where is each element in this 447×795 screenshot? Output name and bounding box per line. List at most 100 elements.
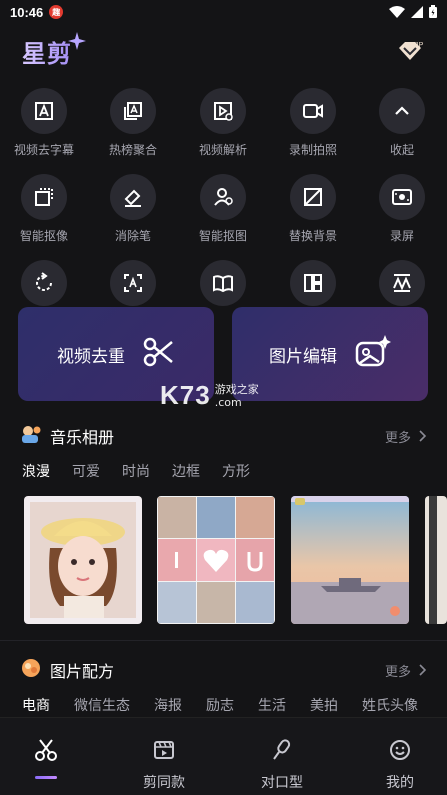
- tool-collapse[interactable]: 收起: [358, 88, 446, 158]
- album-thumbnail[interactable]: [157, 496, 275, 624]
- more-link[interactable]: 更多: [385, 427, 427, 446]
- nav-label: 剪同款: [143, 775, 185, 791]
- chevron-up-icon: [379, 88, 425, 134]
- album-thumbnail[interactable]: [291, 496, 409, 624]
- section-title: 图片配方: [50, 662, 115, 681]
- tool-video-remove-subtitle[interactable]: 视频去字幕: [0, 88, 88, 158]
- image-recipe-header: 图片配方 更多: [20, 658, 427, 682]
- tab-poster[interactable]: 海报: [154, 695, 182, 715]
- card-title: 图片编辑: [269, 346, 337, 367]
- tool-label: 智能抠像: [19, 229, 68, 243]
- tab-fashion[interactable]: 时尚: [122, 461, 150, 481]
- album-thumbnail[interactable]: [24, 496, 142, 624]
- card-title: 视频去重: [57, 346, 125, 367]
- signal-icon: [411, 3, 423, 22]
- tool-replace-bg[interactable]: 替换背景: [269, 174, 357, 244]
- smiley-icon: [388, 738, 412, 766]
- tab-square[interactable]: 方形: [222, 461, 250, 481]
- sparkle-icon: [68, 32, 86, 54]
- watermark-domain: .com: [214, 395, 242, 409]
- music-album-icon: [20, 423, 42, 449]
- nav-edit[interactable]: [0, 718, 102, 795]
- tool-label: 录制拍照: [288, 143, 337, 157]
- subtitle-remove-icon: [21, 88, 67, 134]
- tab-frame[interactable]: 边框: [172, 461, 200, 481]
- app-header: 星剪 VIP: [0, 30, 447, 74]
- replace-bg-icon: [290, 174, 336, 220]
- trending-icon: [110, 88, 156, 134]
- battery-icon: [429, 3, 437, 22]
- site-watermark: K73 游戏之家 .com: [160, 380, 259, 411]
- status-time: 10:46: [10, 4, 44, 20]
- tool-record-photo[interactable]: 录制拍照: [269, 88, 357, 158]
- nav-label: 对口型: [261, 775, 303, 791]
- tool-label: 录屏: [389, 229, 414, 243]
- watermark-brand: K73: [160, 380, 211, 410]
- status-bar: 10:46 趣: [0, 0, 447, 24]
- more-link[interactable]: 更多: [385, 661, 427, 680]
- tool-label: 视频去字幕: [13, 143, 74, 157]
- image-edit-icon: [355, 335, 391, 373]
- more-label: 更多: [384, 664, 411, 680]
- tool-label: 视频解析: [198, 143, 247, 157]
- tool-layout[interactable]: [269, 260, 357, 306]
- tool-book[interactable]: [179, 260, 267, 306]
- nav-template[interactable]: 剪同款: [108, 718, 220, 795]
- scissors-icon: [34, 738, 58, 766]
- music-album-header: 音乐相册 更多: [20, 424, 427, 448]
- tool-label: 热榜聚合: [108, 143, 157, 157]
- layout-icon: [290, 260, 336, 306]
- nav-lipsync[interactable]: 对口型: [226, 718, 338, 795]
- tab-surname-avatar[interactable]: 姓氏头像: [362, 695, 418, 715]
- tool-rotate[interactable]: [0, 260, 88, 306]
- eraser-icon: [110, 174, 156, 220]
- image-recipe-icon: [20, 657, 42, 683]
- image-edit-card[interactable]: 图片编辑: [232, 307, 428, 401]
- tool-image-cutout[interactable]: 智能抠图: [179, 174, 267, 244]
- chevron-right-icon: [419, 664, 427, 676]
- tab-life[interactable]: 生活: [258, 695, 286, 715]
- portrait-cutout-icon: [21, 174, 67, 220]
- tool-video-parse[interactable]: 视频解析: [179, 88, 267, 158]
- image-recipe-tabs: 电商 微信生态 海报 励志 生活 美拍 姓氏头像: [22, 695, 418, 715]
- microphone-icon: [270, 738, 294, 766]
- vip-label: VIP: [412, 42, 424, 49]
- wifi-icon: [389, 3, 405, 22]
- camera-record-icon: [290, 88, 336, 134]
- app-logo: 星剪: [22, 34, 72, 69]
- tool-label: 收起: [389, 143, 414, 157]
- tool-label: 智能抠图: [198, 229, 247, 243]
- video-parse-icon: [200, 88, 246, 134]
- section-divider: [0, 640, 447, 641]
- vip-button[interactable]: VIP: [397, 38, 425, 64]
- tab-wechat[interactable]: 微信生态: [74, 695, 130, 715]
- tool-watermark[interactable]: [358, 260, 446, 306]
- active-indicator: [35, 776, 57, 779]
- tab-cute[interactable]: 可爱: [72, 461, 100, 481]
- tool-eraser[interactable]: 消除笔: [89, 174, 177, 244]
- tool-screen-record[interactable]: 录屏: [358, 174, 446, 244]
- tool-trending[interactable]: 热榜聚合: [89, 88, 177, 158]
- bottom-nav: 剪同款 对口型 我的: [0, 717, 447, 795]
- nav-label: 我的: [386, 775, 414, 791]
- screen-record-icon: [379, 174, 425, 220]
- clapboard-icon: [152, 738, 176, 766]
- tab-ecommerce[interactable]: 电商: [22, 695, 50, 715]
- tool-label: 替换背景: [288, 229, 337, 243]
- tool-portrait-cutout[interactable]: 智能抠像: [0, 174, 88, 244]
- tab-romantic[interactable]: 浪漫: [22, 461, 50, 481]
- more-label: 更多: [384, 430, 411, 446]
- watermark-icon: [379, 260, 425, 306]
- tool-label: 消除笔: [114, 229, 151, 243]
- text-recognize-icon: [110, 260, 156, 306]
- music-album-tabs: 浪漫 可爱 时尚 边框 方形: [22, 461, 272, 481]
- tool-text-recognize[interactable]: [89, 260, 177, 306]
- image-cutout-icon: [200, 174, 246, 220]
- album-thumbnail[interactable]: [425, 496, 447, 624]
- tab-inspiration[interactable]: 励志: [206, 695, 234, 715]
- nav-profile[interactable]: 我的: [344, 718, 447, 795]
- section-title: 音乐相册: [50, 428, 115, 447]
- scissors-icon: [143, 336, 175, 372]
- notification-badge: 趣: [49, 5, 64, 19]
- tab-beauty[interactable]: 美拍: [310, 695, 338, 715]
